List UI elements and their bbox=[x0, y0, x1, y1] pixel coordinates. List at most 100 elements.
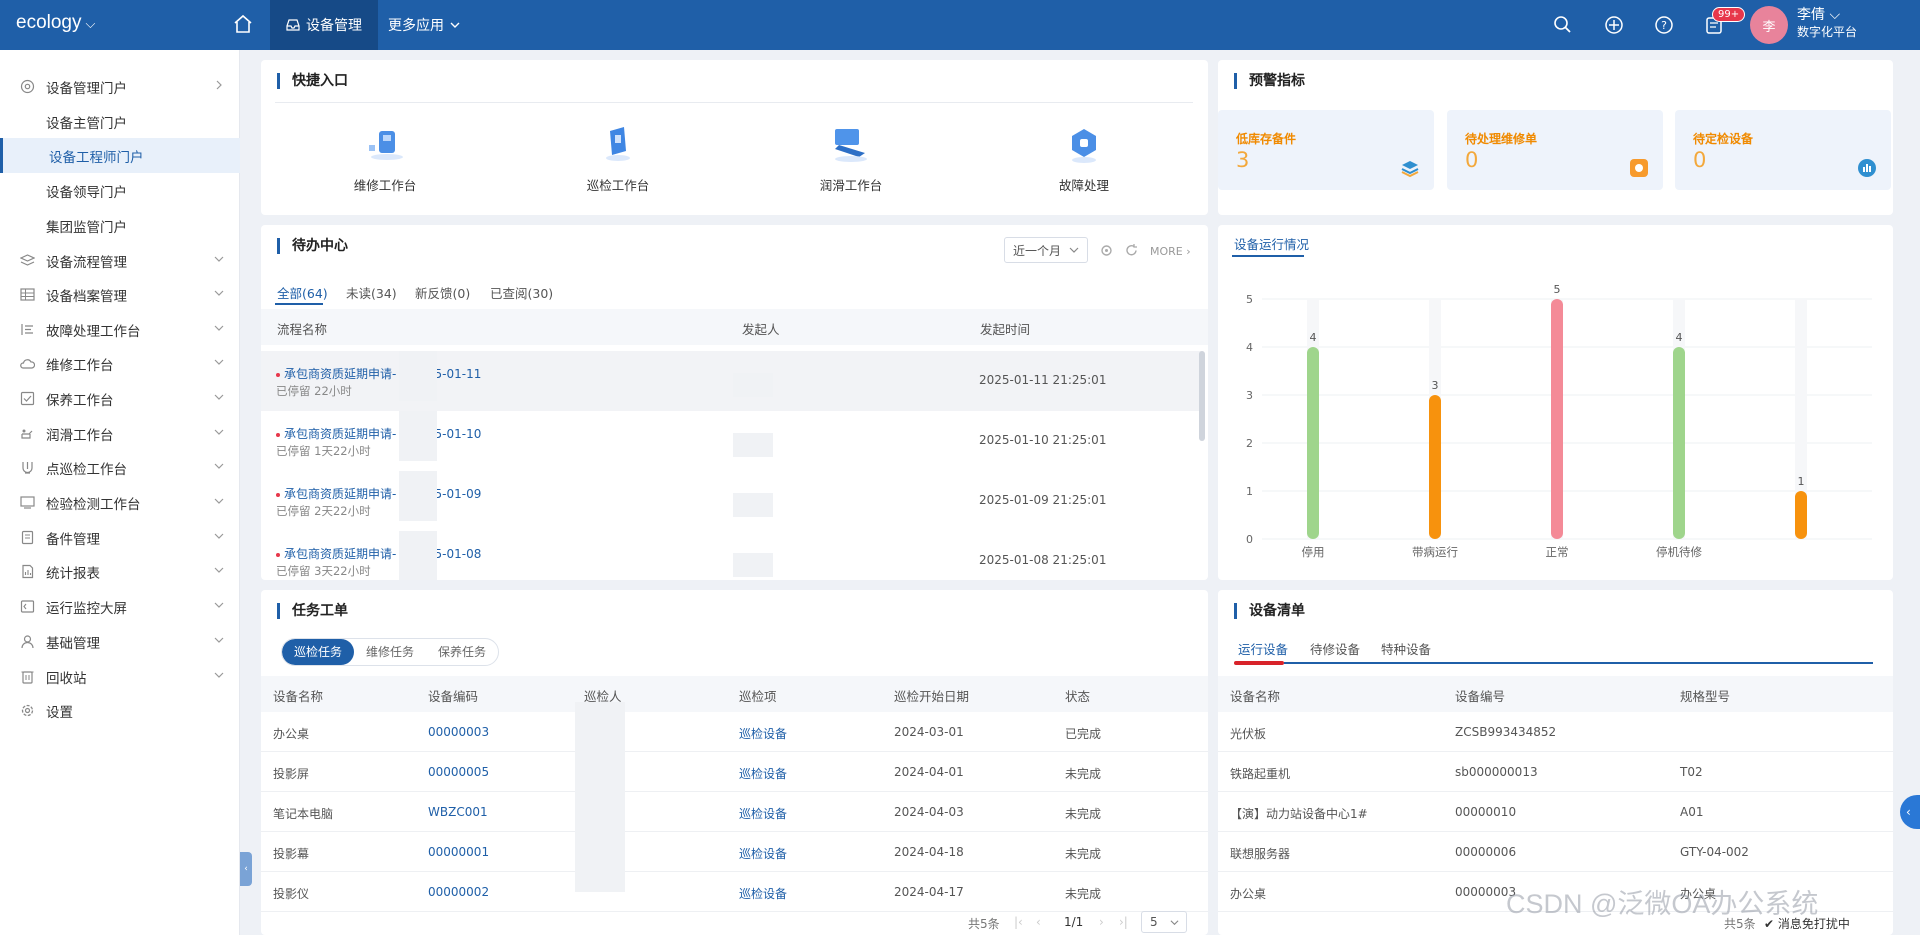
brand-logo[interactable]: ecology ⌵ bbox=[16, 12, 95, 34]
nav-tab-device-management[interactable]: 设备管理 bbox=[270, 0, 378, 50]
home-icon[interactable] bbox=[232, 13, 254, 35]
bar[interactable] bbox=[1307, 347, 1319, 539]
redacted-initiator bbox=[733, 493, 773, 517]
table-row[interactable]: 承包商资质延期申请- 025-01-08 已停留 3天22小时 2025-01-… bbox=[261, 531, 1201, 580]
bar[interactable] bbox=[1429, 395, 1441, 539]
scrollbar[interactable] bbox=[1199, 351, 1205, 441]
tab-maintenance-task[interactable]: 保养任务 bbox=[426, 639, 498, 665]
warning-pending-inspection[interactable]: 待定检设备 0 bbox=[1675, 110, 1891, 190]
status-text: 未完成 bbox=[1065, 807, 1102, 821]
table-row[interactable]: 投影屏 00000005 巡检设备 2024-04-01 未完成 bbox=[261, 752, 1208, 792]
tab-inspection-task[interactable]: 巡检任务 bbox=[282, 639, 355, 665]
sidebar-item[interactable]: 统计报表 bbox=[0, 554, 240, 589]
device-code-link[interactable]: WBZC001 bbox=[428, 805, 488, 819]
table-row[interactable]: 承包商资质延期申请- 025-01-09 已停留 2天22小时 2025-01-… bbox=[261, 471, 1201, 531]
quick-item-inspection[interactable]: 巡检工作台 bbox=[518, 125, 718, 194]
quick-item-lubrication[interactable]: 润滑工作台 bbox=[751, 125, 951, 194]
period-select[interactable]: 近一个月 bbox=[1004, 237, 1088, 263]
sidebar-item[interactable]: 设备领导门户 bbox=[0, 173, 240, 208]
table-row[interactable]: 投影幕 00000001 巡检设备 2024-04-18 未完成 bbox=[261, 832, 1208, 872]
device-number: ZCSB993434852 bbox=[1455, 725, 1557, 739]
stay-duration: 已停留 1天22小时 bbox=[276, 444, 371, 458]
sidebar-item[interactable]: 故障处理工作台 bbox=[0, 312, 240, 347]
tab-all[interactable]: 全部(64) bbox=[277, 283, 328, 302]
sidebar-item[interactable]: 设置 bbox=[0, 693, 240, 728]
sidebar-item[interactable]: 维修工作台 bbox=[0, 346, 240, 381]
table-row[interactable]: 联想服务器 00000006 GTY-04-002 bbox=[1218, 832, 1893, 872]
refresh-icon[interactable] bbox=[1125, 244, 1138, 257]
table-row[interactable]: 笔记本电脑 WBZC001 巡检设备 2024-04-03 未完成 bbox=[261, 792, 1208, 832]
help-icon[interactable]: ? bbox=[1653, 14, 1675, 36]
search-icon[interactable] bbox=[1552, 14, 1574, 36]
sidebar-item[interactable]: 设备管理门户 bbox=[0, 69, 240, 104]
gear-icon[interactable] bbox=[1100, 244, 1113, 257]
sidebar-item[interactable]: 设备流程管理 bbox=[0, 243, 240, 278]
tab-special-devices[interactable]: 特种设备 bbox=[1381, 639, 1431, 658]
flow-link[interactable]: 承包商资质延期申请- 025-01-11 bbox=[276, 365, 481, 382]
device-code-link[interactable]: 00000002 bbox=[428, 885, 489, 899]
tab-read[interactable]: 已查阅(30) bbox=[490, 283, 553, 302]
table-row[interactable]: 光伏板 ZCSB993434852 bbox=[1218, 712, 1893, 752]
tab-new-feedback[interactable]: 新反馈(0) bbox=[415, 283, 470, 302]
table-row[interactable]: 承包商资质延期申请- 025-01-11 已停留 22小时 2025-01-11… bbox=[261, 351, 1201, 411]
side-expand-button[interactable]: ‹ bbox=[1900, 795, 1920, 829]
last-page-icon[interactable]: ›| bbox=[1119, 915, 1128, 929]
sidebar-item[interactable]: 运行监控大屏 bbox=[0, 589, 240, 624]
inspection-item-link[interactable]: 巡检设备 bbox=[739, 805, 787, 822]
sidebar-item[interactable]: 润滑工作台 bbox=[0, 416, 240, 451]
next-page-icon[interactable]: › bbox=[1099, 915, 1104, 929]
add-icon[interactable] bbox=[1603, 14, 1625, 36]
sidebar-item[interactable]: 点巡检工作台 bbox=[0, 450, 240, 485]
nav-more-apps[interactable]: 更多应用 bbox=[388, 0, 460, 50]
table-row[interactable]: 承包商资质延期申请- 025-01-10 已停留 1天22小时 2025-01-… bbox=[261, 411, 1201, 471]
start-date: 2024-04-17 bbox=[894, 885, 964, 899]
sidebar-collapse-button[interactable]: ‹ bbox=[240, 852, 252, 886]
table-row[interactable]: 【演】动力站设备中心1# 00000010 A01 bbox=[1218, 792, 1893, 832]
y-tick-label: 3 bbox=[1246, 389, 1253, 402]
quick-item-repair[interactable]: 维修工作台 bbox=[285, 125, 485, 194]
device-code-link[interactable]: 00000001 bbox=[428, 845, 489, 859]
inspection-item-link[interactable]: 巡检设备 bbox=[739, 725, 787, 742]
warning-low-stock[interactable]: 低库存备件 3 bbox=[1218, 110, 1434, 190]
tab-repair-devices[interactable]: 待修设备 bbox=[1310, 639, 1360, 658]
sidebar-item[interactable]: 设备主管门户 bbox=[0, 104, 240, 139]
inspection-item-link[interactable]: 巡检设备 bbox=[739, 845, 787, 862]
inspection-item-link[interactable]: 巡检设备 bbox=[739, 885, 787, 902]
redacted-initiator bbox=[733, 433, 773, 457]
sidebar-item[interactable]: 设备工程师门户 bbox=[0, 138, 240, 173]
bar[interactable] bbox=[1673, 347, 1685, 539]
flow-link[interactable]: 承包商资质延期申请- 025-01-10 bbox=[276, 425, 481, 442]
tab-repair-task[interactable]: 维修任务 bbox=[354, 639, 426, 665]
bar[interactable] bbox=[1795, 491, 1807, 539]
table-row[interactable]: 铁路起重机 sb000000013 T02 bbox=[1218, 752, 1893, 792]
prev-page-icon[interactable]: ‹ bbox=[1036, 915, 1041, 929]
quick-item-fault[interactable]: 故障处理 bbox=[984, 125, 1184, 194]
device-code-link[interactable]: 00000003 bbox=[428, 725, 489, 739]
bar[interactable] bbox=[1551, 299, 1563, 539]
device-code-link[interactable]: 00000005 bbox=[428, 765, 489, 779]
table-row[interactable]: 投影仪 00000002 巡检设备 2024-04-17 未完成 bbox=[261, 872, 1208, 912]
user-info[interactable]: 李倩 ⌵ 数字化平台 bbox=[1797, 7, 1857, 41]
device-name: 办公桌 bbox=[273, 727, 310, 741]
sidebar-item[interactable]: 保养工作台 bbox=[0, 381, 240, 416]
sidebar-item[interactable]: 集团监管门户 bbox=[0, 208, 240, 243]
more-link[interactable]: MORE › bbox=[1150, 245, 1191, 258]
page-size-select[interactable]: 5 bbox=[1141, 911, 1187, 933]
table-row[interactable]: 办公桌 00000003 巡检设备 2024-03-01 已完成 bbox=[261, 712, 1208, 752]
first-page-icon[interactable]: |‹ bbox=[1014, 915, 1023, 929]
flow-link[interactable]: 承包商资质延期申请- 025-01-09 bbox=[276, 485, 481, 502]
inspection-item-link[interactable]: 巡检设备 bbox=[739, 765, 787, 782]
sidebar-item[interactable]: 回收站 bbox=[0, 659, 240, 694]
sidebar-item[interactable]: 设备档案管理 bbox=[0, 277, 240, 312]
sidebar-item[interactable]: 备件管理 bbox=[0, 520, 240, 555]
avatar[interactable]: 李 bbox=[1750, 6, 1788, 44]
tab-running-devices[interactable]: 运行设备 bbox=[1238, 639, 1288, 658]
col-start-date: 巡检开始日期 bbox=[894, 689, 970, 704]
warning-pending-repair[interactable]: 待处理维修单 0 bbox=[1447, 110, 1663, 190]
flow-link[interactable]: 承包商资质延期申请- 025-01-08 bbox=[276, 545, 481, 562]
tab-track bbox=[1284, 662, 1873, 664]
tab-device-running[interactable]: 设备运行情况 bbox=[1234, 234, 1309, 253]
sidebar-item[interactable]: 检验检测工作台 bbox=[0, 485, 240, 520]
sidebar-item[interactable]: 基础管理 bbox=[0, 624, 240, 659]
tab-unread[interactable]: 未读(34) bbox=[346, 283, 397, 302]
